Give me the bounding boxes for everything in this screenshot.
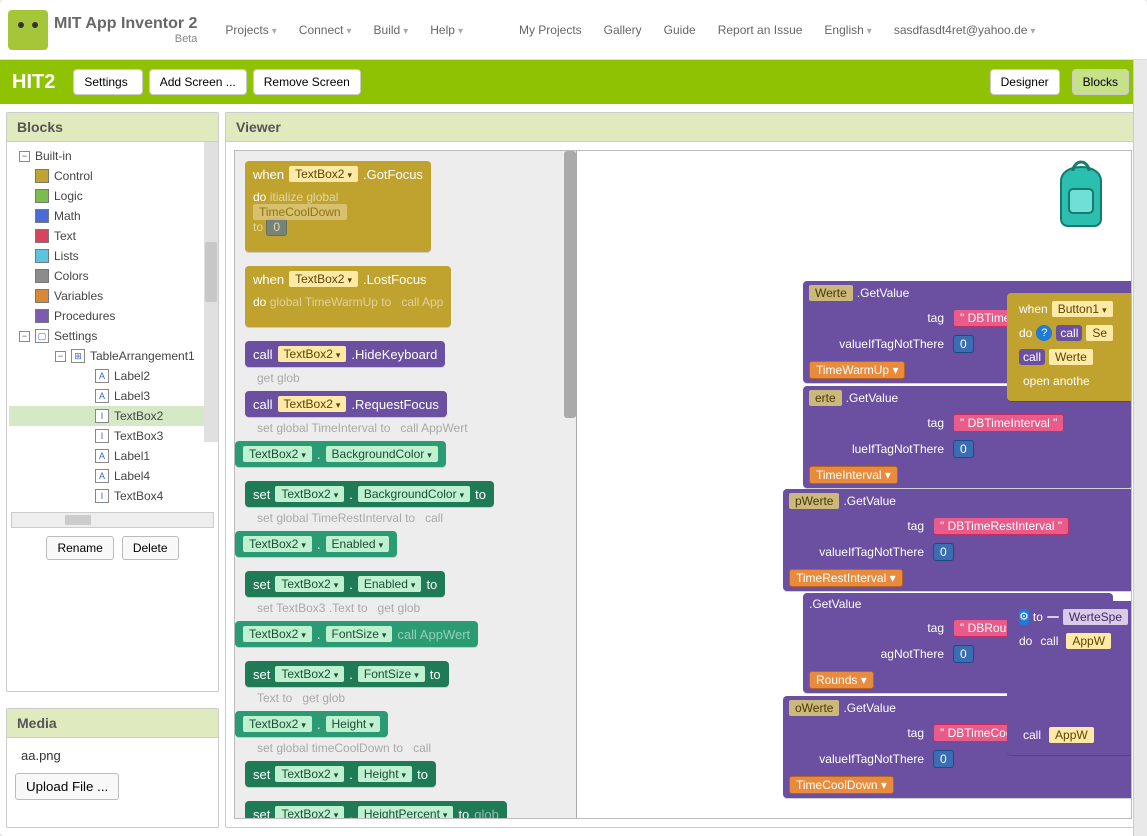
menu-guide[interactable]: Guide	[656, 17, 704, 43]
designer-tab-button[interactable]: Designer	[990, 69, 1060, 95]
menu-projects[interactable]: Projects	[217, 17, 284, 43]
upload-file-button[interactable]: Upload File ...	[15, 773, 119, 800]
block-flyout[interactable]: whenTextBox2.GotFocus do itialize global…	[235, 151, 577, 818]
caret-down-icon	[867, 23, 872, 37]
top-menu-bar: MIT App Inventor 2 Beta Projects Connect…	[0, 0, 1147, 60]
tree-cat-logic[interactable]: Logic	[9, 186, 216, 206]
remove-screen-button[interactable]: Remove Screen	[253, 69, 361, 95]
label-icon: A	[95, 389, 109, 403]
caret-down-icon	[272, 23, 277, 37]
flyout-block-hidekeyboard[interactable]: callTextBox2.HideKeyboard	[245, 341, 445, 367]
tree-label4[interactable]: ALabel4	[9, 466, 216, 486]
tree-label1[interactable]: ALabel1	[9, 446, 216, 466]
label-icon: A	[95, 469, 109, 483]
tree-vertical-scrollbar[interactable]	[204, 142, 218, 442]
block-button1-click[interactable]: whenButton1 do?callSe callWerte open ano…	[1007, 293, 1132, 401]
block-procedure-wertespe[interactable]: ⚙toWerteSpe docallAppW callAppW	[1007, 601, 1132, 755]
flyout-block-set-heightpercent[interactable]: setTextBox2.HeightPercentto glob	[245, 801, 507, 819]
viewer-panel: Viewer Werte.GetValue tag" DBTimeWarmUp …	[225, 112, 1141, 828]
tree-settings[interactable]: −▢Settings	[9, 326, 216, 346]
media-file[interactable]: aa.png	[15, 746, 210, 765]
tree-textbox2[interactable]: ITextBox2	[9, 406, 216, 426]
flyout-block-get-height[interactable]: TextBox2.Height	[235, 711, 388, 737]
flyout-block-lostfocus[interactable]: whenTextBox2.LostFocus do global TimeWar…	[245, 266, 451, 327]
project-name: HIT2	[12, 71, 55, 94]
caret-down-icon	[1030, 23, 1035, 37]
menu-help[interactable]: Help	[422, 17, 471, 43]
backpack-icon[interactable]	[1049, 159, 1113, 229]
collapse-icon[interactable]: −	[19, 331, 30, 342]
menu-report-issue[interactable]: Report an Issue	[710, 17, 811, 43]
flyout-block-set-height[interactable]: setTextBox2.Heightto	[245, 761, 436, 787]
textbox-icon: I	[95, 429, 109, 443]
textbox-icon: I	[95, 409, 109, 423]
caret-down-icon	[347, 23, 352, 37]
menu-my-projects[interactable]: My Projects	[511, 17, 590, 43]
caret-down-icon	[458, 23, 463, 37]
tree-label2[interactable]: ALabel2	[9, 366, 216, 386]
caret-down-icon	[403, 23, 408, 37]
collapse-icon[interactable]: −	[19, 151, 30, 162]
tree-cat-control[interactable]: Control	[9, 166, 216, 186]
flyout-block-set-fontsize[interactable]: setTextBox2.FontSizeto	[245, 661, 449, 687]
window-vertical-scrollbar[interactable]	[1133, 60, 1147, 836]
menu-connect[interactable]: Connect	[291, 17, 360, 43]
add-screen-button[interactable]: Add Screen ...	[149, 69, 247, 95]
menu-gallery[interactable]: Gallery	[596, 17, 650, 43]
delete-button[interactable]: Delete	[122, 536, 179, 560]
menu-build[interactable]: Build	[366, 17, 417, 43]
tree-cat-text[interactable]: Text	[9, 226, 216, 246]
tree-textbox3[interactable]: ITextBox3	[9, 426, 216, 446]
tree-horizontal-scrollbar[interactable]	[11, 512, 214, 528]
textbox-icon: I	[95, 489, 109, 503]
brand: MIT App Inventor 2 Beta	[54, 15, 197, 45]
blocks-tab-button[interactable]: Blocks	[1072, 69, 1129, 95]
flyout-block-get-enabled[interactable]: TextBox2.Enabled	[235, 531, 397, 557]
table-icon: ⊞	[71, 349, 85, 363]
screen-icon: ▢	[35, 329, 49, 343]
tree-builtin[interactable]: −Built-in	[9, 146, 216, 166]
menu-language[interactable]: English	[816, 17, 879, 43]
flyout-block-set-enabled[interactable]: setTextBox2.Enabledto	[245, 571, 445, 597]
rename-button[interactable]: Rename	[46, 536, 113, 560]
tree-label3[interactable]: ALabel3	[9, 386, 216, 406]
toolbar: HIT2 Settings Add Screen ... Remove Scre…	[0, 60, 1147, 104]
tree-cat-variables[interactable]: Variables	[9, 286, 216, 306]
tree-tablearrangement1[interactable]: −⊞TableArrangement1	[9, 346, 216, 366]
flyout-block-gotfocus[interactable]: whenTextBox2.GotFocus do itialize global…	[245, 161, 431, 252]
flyout-block-get-bgcolor[interactable]: TextBox2.BackgroundColor	[235, 441, 446, 467]
brand-title: MIT App Inventor 2	[54, 15, 197, 33]
label-icon: A	[95, 449, 109, 463]
blocks-panel-header: Blocks	[7, 113, 218, 142]
blocks-tree: −Built-in Control Logic Math Text Lists …	[7, 142, 218, 510]
settings-dropdown[interactable]: Settings	[73, 69, 142, 95]
tree-cat-colors[interactable]: Colors	[9, 266, 216, 286]
blocks-workspace[interactable]: Werte.GetValue tag" DBTimeWarmUp " value…	[234, 150, 1132, 819]
block-getvalue-timerestinterval[interactable]: pWerte.GetValue tag" DBTimeRestInterval …	[783, 489, 1132, 591]
tree-cat-lists[interactable]: Lists	[9, 246, 216, 266]
label-icon: A	[95, 369, 109, 383]
tree-cat-procedures[interactable]: Procedures	[9, 306, 216, 326]
collapse-icon[interactable]: −	[55, 351, 66, 362]
brand-beta: Beta	[175, 33, 198, 45]
help-icon[interactable]: ?	[1036, 325, 1052, 341]
app-logo	[8, 10, 48, 50]
flyout-block-requestfocus[interactable]: callTextBox2.RequestFocus	[245, 391, 447, 417]
tree-cat-math[interactable]: Math	[9, 206, 216, 226]
flyout-block-get-fontsize[interactable]: TextBox2.FontSize call AppWert	[235, 621, 478, 647]
media-panel-header: Media	[7, 709, 218, 738]
media-panel: Media aa.png Upload File ...	[6, 708, 219, 828]
menu-user[interactable]: sasdfasdt4ret@yahoo.de	[886, 17, 1044, 43]
flyout-block-set-bgcolor[interactable]: setTextBox2.BackgroundColorto	[245, 481, 494, 507]
gear-icon[interactable]: ⚙	[1019, 609, 1029, 625]
blocks-panel: Blocks −Built-in Control Logic Math Text…	[6, 112, 219, 692]
viewer-panel-header: Viewer	[226, 113, 1140, 142]
block-getvalue-timeinterval[interactable]: erte.GetValue tag" DBTimeInterval " lueI…	[803, 386, 1132, 488]
tree-textbox4[interactable]: ITextBox4	[9, 486, 216, 506]
